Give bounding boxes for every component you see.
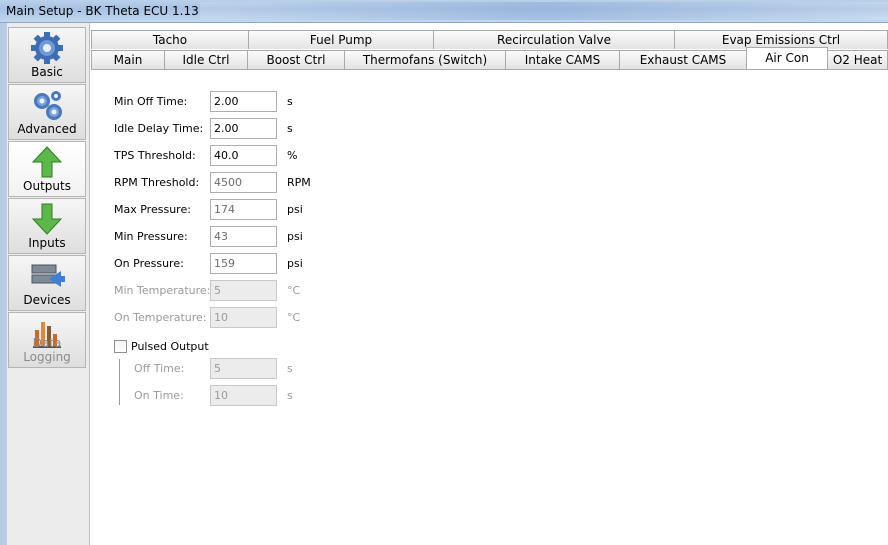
rpm-threshold-row: RPM Threshold: RPM [114,172,334,194]
max-pressure-input[interactable] [210,199,277,220]
sidebar-item-data-logging[interactable]: Data Logging [8,312,86,368]
title-bar-glass [200,2,888,20]
tab-boost-ctrl[interactable]: Boost Ctrl [247,50,345,69]
idle-delay-time-label: Idle Delay Time: [114,122,204,135]
min-temperature-input [210,280,277,301]
tab-tacho[interactable]: Tacho [91,30,249,49]
sidebar-item-outputs[interactable]: Outputs [8,141,86,197]
max-pressure-unit: psi [287,203,303,216]
on-pressure-label: On Pressure: [114,257,184,270]
on-temperature-row: On Temperature: °C [114,307,334,329]
min-temperature-label: Min Temperature: [114,284,211,297]
rpm-threshold-unit: RPM [287,176,311,189]
gear-icon [31,32,63,64]
pulsed-output-checkbox[interactable] [114,340,127,353]
min-pressure-unit: psi [287,230,303,243]
sidebar-item-label: Data Logging [23,336,71,364]
tab-intake-cams[interactable]: Intake CAMS [505,50,620,69]
idle-delay-time-unit: s [287,122,293,135]
off-time-unit: s [287,362,293,375]
max-pressure-label: Max Pressure: [114,203,191,216]
arrow-up-icon [31,146,63,178]
min-pressure-row: Min Pressure: psi [114,226,334,248]
min-pressure-input[interactable] [210,226,277,247]
min-pressure-label: Min Pressure: [114,230,188,243]
sidebar-item-label: Outputs [23,179,71,193]
tab-idle-ctrl[interactable]: Idle Ctrl [164,50,248,69]
pulsed-output-row: Pulsed Output [114,340,234,356]
tps-threshold-unit: % [287,149,298,162]
window-title: Main Setup - BK Theta ECU 1.13 [6,4,199,18]
tps-threshold-input[interactable] [210,145,277,166]
sidebar-item-advanced[interactable]: Advanced [8,84,86,140]
gears-icon [34,91,62,120]
sidebar-item-basic[interactable]: Basic [8,27,86,83]
rpm-threshold-label: RPM Threshold: [114,176,200,189]
off-time-input [210,358,277,379]
title-bar: Main Setup - BK Theta ECU 1.13 [0,0,888,23]
on-temperature-input [210,307,277,328]
tab-o2-heat[interactable]: O2 Heat [827,50,888,69]
tps-threshold-row: TPS Threshold: % [114,145,334,167]
min-temperature-unit: °C [287,284,301,297]
tab-recirculation-valve[interactable]: Recirculation Valve [433,30,675,49]
on-temperature-label: On Temperature: [114,311,207,324]
arrow-down-icon [31,203,63,235]
min-off-time-input[interactable] [210,91,277,112]
sidebar-item-label: Devices [23,293,71,307]
tab-fuel-pump[interactable]: Fuel Pump [248,30,434,49]
tps-threshold-label: TPS Threshold: [114,149,196,162]
air-con-panel: Min Off Time: s Idle Delay Time: s TPS T… [91,69,888,545]
tab-thermofans-switch[interactable]: Thermofans (Switch) [344,50,506,69]
on-time-input [210,385,277,406]
on-pressure-unit: psi [287,257,303,270]
sidebar-item-label: Advanced [17,122,77,136]
tab-strip: Tacho Fuel Pump Recirculation Valve Evap… [91,30,888,70]
off-time-row: Off Time: s [114,358,334,380]
devices-icon [31,264,65,287]
min-off-time-row: Min Off Time: s [114,91,334,113]
on-pressure-row: On Pressure: psi [114,253,334,275]
on-pressure-input[interactable] [210,253,277,274]
sidebar-item-label: Basic [31,65,63,79]
idle-delay-time-row: Idle Delay Time: s [114,118,334,140]
sidebar-strip [0,23,7,545]
max-pressure-row: Max Pressure: psi [114,199,334,221]
idle-delay-time-input[interactable] [210,118,277,139]
tab-air-con[interactable]: Air Con [746,47,828,69]
sidebar-item-devices[interactable]: Devices [8,255,86,311]
sidebar-item-inputs[interactable]: Inputs [8,198,86,254]
min-temperature-row: Min Temperature: °C [114,280,334,302]
on-time-unit: s [287,389,293,402]
sidebar: Basic Advanced Outputs Inputs Devices Da… [0,23,90,545]
min-off-time-label: Min Off Time: [114,95,188,108]
sidebar-item-label: Inputs [28,236,66,250]
on-temperature-unit: °C [287,311,301,324]
tab-main[interactable]: Main [91,50,165,69]
pulsed-output-label: Pulsed Output [131,340,209,353]
on-time-row: On Time: s [114,385,334,407]
min-off-time-unit: s [287,95,293,108]
tab-exhaust-cams[interactable]: Exhaust CAMS [619,50,747,69]
rpm-threshold-input[interactable] [210,172,277,193]
